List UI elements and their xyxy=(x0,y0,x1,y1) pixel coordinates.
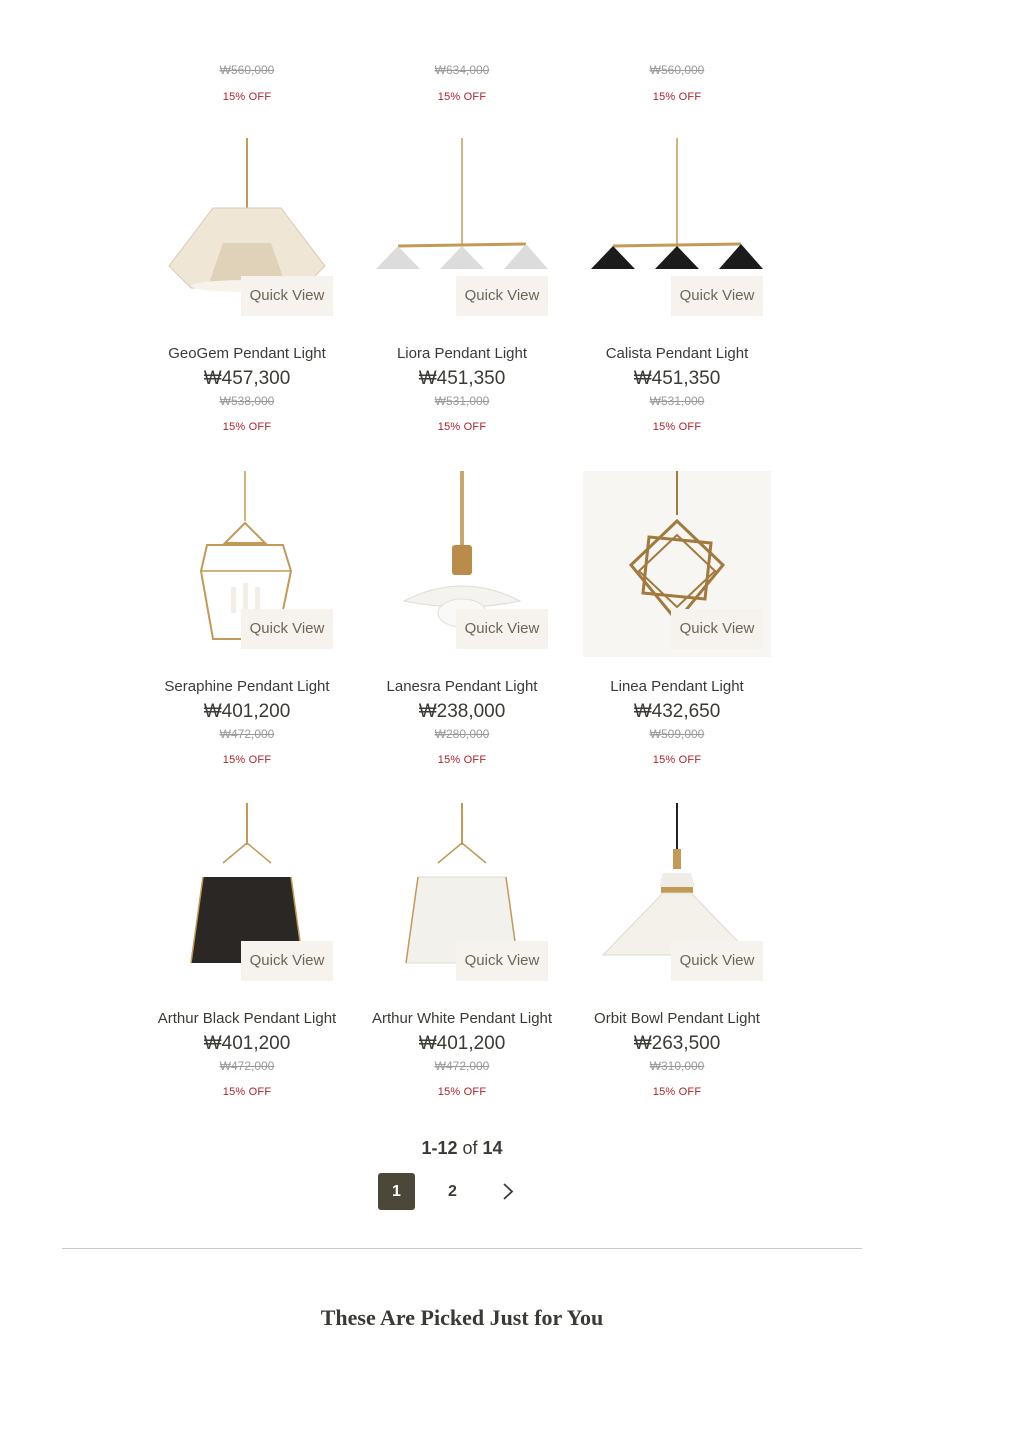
next-page-button[interactable] xyxy=(490,1173,527,1210)
discount-badge: 15% OFF xyxy=(652,1086,702,1098)
pagination-total: 14 xyxy=(482,1138,503,1158)
pagination-of: of xyxy=(462,1138,478,1158)
product-price: ₩401,200 xyxy=(203,1033,291,1054)
product-name[interactable]: Orbit Bowl Pendant Light xyxy=(557,1010,797,1027)
original-price: ₩634,000 xyxy=(434,63,490,77)
quick-view-button[interactable]: Quick View xyxy=(671,609,763,649)
product-price: ₩401,200 xyxy=(418,1033,506,1054)
quick-view-button[interactable]: Quick View xyxy=(671,941,763,981)
product-name[interactable]: Lanesra Pendant Light xyxy=(342,678,582,695)
product-price: ₩401,200 xyxy=(203,701,291,722)
product-name[interactable]: Calista Pendant Light xyxy=(557,345,797,362)
product-price: ₩451,350 xyxy=(633,368,721,389)
original-price: ₩280,000 xyxy=(434,727,490,741)
original-price: ₩531,000 xyxy=(434,394,490,408)
quick-view-button[interactable]: Quick View xyxy=(241,276,333,316)
product-name[interactable]: Liora Pendant Light xyxy=(342,345,582,362)
discount-badge: 15% OFF xyxy=(437,754,487,766)
recommendations-title: These Are Picked Just for You xyxy=(320,1305,604,1330)
product-name[interactable]: Arthur Black Pendant Light xyxy=(127,1010,367,1027)
product-name[interactable]: Seraphine Pendant Light xyxy=(127,678,367,695)
original-price: ₩560,000 xyxy=(649,63,705,77)
chevron-right-icon xyxy=(503,1183,514,1200)
product-price: ₩263,500 xyxy=(633,1033,721,1054)
product-price: ₩457,300 xyxy=(203,368,291,389)
original-price: ₩472,000 xyxy=(434,1059,490,1073)
discount-badge: 15% OFF xyxy=(222,754,272,766)
quick-view-button[interactable]: Quick View xyxy=(456,941,548,981)
original-price: ₩531,000 xyxy=(649,394,705,408)
discount-badge: 15% OFF xyxy=(652,91,702,103)
product-name[interactable]: Arthur White Pendant Light xyxy=(342,1010,582,1027)
discount-badge: 15% OFF xyxy=(437,421,487,433)
product-name[interactable]: Linea Pendant Light xyxy=(557,678,797,695)
discount-badge: 15% OFF xyxy=(222,1086,272,1098)
product-name[interactable]: GeoGem Pendant Light xyxy=(127,345,367,362)
discount-badge: 15% OFF xyxy=(222,91,272,103)
original-price: ₩310,000 xyxy=(649,1059,705,1073)
product-price: ₩432,650 xyxy=(633,701,721,722)
quick-view-button[interactable]: Quick View xyxy=(456,276,548,316)
original-price: ₩509,000 xyxy=(649,727,705,741)
discount-badge: 15% OFF xyxy=(222,421,272,433)
original-price: ₩472,000 xyxy=(219,727,275,741)
pagination-summary: 1-12 of 14 xyxy=(362,1138,562,1159)
product-price: ₩451,350 xyxy=(418,368,506,389)
discount-badge: 15% OFF xyxy=(652,754,702,766)
original-price: ₩560,000 xyxy=(219,63,275,77)
discount-badge: 15% OFF xyxy=(437,91,487,103)
discount-badge: 15% OFF xyxy=(652,421,702,433)
page-2-button[interactable]: 2 xyxy=(434,1173,471,1210)
original-price: ₩472,000 xyxy=(219,1059,275,1073)
page-1-button[interactable]: 1 xyxy=(378,1173,415,1210)
quick-view-button[interactable]: Quick View xyxy=(671,276,763,316)
quick-view-button[interactable]: Quick View xyxy=(241,609,333,649)
quick-view-button[interactable]: Quick View xyxy=(241,941,333,981)
quick-view-button[interactable]: Quick View xyxy=(456,609,548,649)
section-divider xyxy=(62,1248,862,1249)
product-price: ₩238,000 xyxy=(418,701,506,722)
original-price: ₩538,000 xyxy=(219,394,275,408)
pagination-range: 1-12 xyxy=(421,1138,458,1158)
discount-badge: 15% OFF xyxy=(437,1086,487,1098)
